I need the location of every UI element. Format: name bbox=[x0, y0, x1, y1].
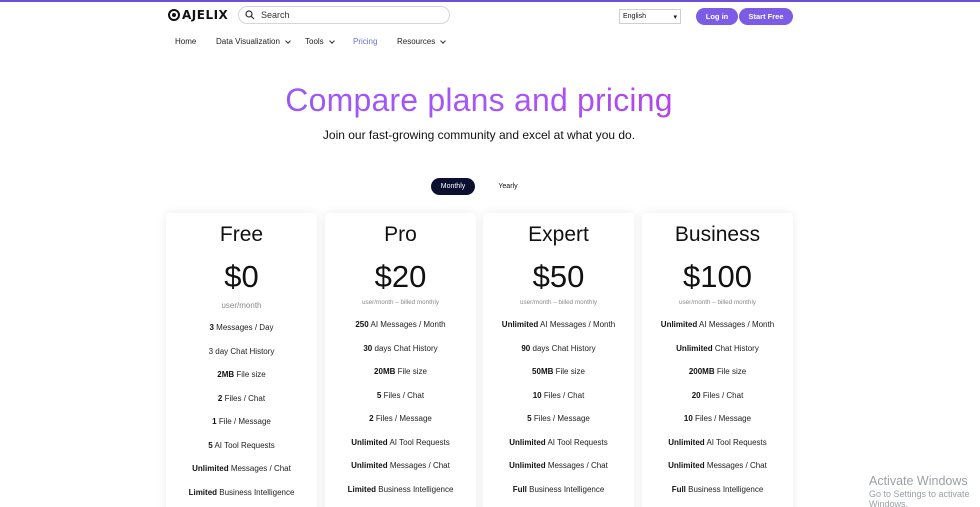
feature-item: 5 Files / Chat bbox=[376, 390, 425, 400]
plan-price: $50 bbox=[532, 259, 585, 294]
nav-item-pricing[interactable]: Pricing bbox=[353, 37, 377, 46]
plan-card-free: Free $0 user/month 3 Messages / Day 3 da… bbox=[166, 213, 317, 507]
logo-text: AJELIX bbox=[182, 8, 229, 22]
plan-price: $100 bbox=[683, 259, 752, 294]
billing-toggle-monthly[interactable]: Monthly bbox=[431, 178, 475, 195]
plan-period: user/month bbox=[221, 301, 262, 310]
watermark-title: Activate Windows bbox=[869, 474, 968, 488]
feature-item: Full Business Intelligence bbox=[671, 484, 764, 494]
feature-item: 50MB File size bbox=[532, 367, 585, 376]
login-button[interactable]: Log in bbox=[696, 8, 738, 25]
feature-item: Full Business Intelligence bbox=[512, 484, 605, 494]
feature-item: 90 days Chat History bbox=[521, 343, 596, 353]
chevron-down-icon bbox=[328, 37, 335, 44]
nav-item-label: Tools bbox=[305, 37, 324, 46]
plan-price: $0 bbox=[224, 259, 259, 294]
site-header: AJELIX English ▾ Log in Start Free bbox=[0, 2, 980, 28]
search-icon bbox=[245, 10, 255, 20]
feature-item: Unlimited Messages / Chat bbox=[509, 461, 608, 470]
feature-item: 2MB File size bbox=[217, 370, 266, 379]
feature-item: Limited Business Intelligence bbox=[188, 487, 295, 497]
plan-period: user/month – billed monthly bbox=[361, 299, 439, 306]
plan-card-pro: Pro $20 user/month – billed monthly 250 … bbox=[325, 213, 476, 507]
page-subtitle: Join our fast-growing community and exce… bbox=[322, 128, 636, 142]
plan-name: Expert bbox=[528, 223, 589, 246]
plan-card-expert: Expert $50 user/month – billed monthly U… bbox=[483, 213, 634, 507]
nav-item-tools[interactable]: Tools bbox=[305, 37, 335, 46]
logo-mark-icon bbox=[168, 9, 180, 21]
feature-item: 2 Files / Message bbox=[369, 414, 432, 423]
feature-item: Limited Business Intelligence bbox=[347, 484, 454, 494]
feature-item: Unlimited AI Tool Requests bbox=[351, 437, 450, 447]
feature-item: 3 Messages / Day bbox=[209, 323, 274, 332]
logo[interactable]: AJELIX bbox=[168, 8, 228, 22]
search-input[interactable] bbox=[261, 10, 431, 20]
watermark-subtitle: Go to Settings to activate Windows. bbox=[869, 489, 970, 507]
feature-item: 30 days Chat History bbox=[363, 343, 438, 353]
feature-item: Unlimited Chat History bbox=[676, 343, 759, 353]
feature-item: 200MB File size bbox=[688, 367, 747, 376]
language-select-value: English bbox=[623, 13, 646, 20]
plan-name: Free bbox=[219, 223, 264, 246]
feature-item: 250 AI Messages / Month bbox=[355, 320, 446, 329]
search-box[interactable] bbox=[238, 6, 450, 24]
feature-item: Unlimited AI Tool Requests bbox=[668, 437, 767, 447]
nav-item-data-visualization[interactable]: Data Visualization bbox=[216, 37, 291, 46]
windows-activation-watermark: Activate Windows Go to Settings to activ… bbox=[869, 474, 980, 507]
page-title: Compare plans and pricing bbox=[0, 82, 958, 119]
nav-item-home[interactable]: Home bbox=[175, 37, 196, 46]
feature-item: Unlimited Messages / Chat bbox=[668, 461, 767, 470]
nav-item-label: Pricing bbox=[353, 37, 378, 46]
main-nav: Home Data Visualization Tools Pricing Re… bbox=[0, 34, 980, 50]
start-free-button[interactable]: Start Free bbox=[739, 8, 793, 25]
plan-name: Business bbox=[674, 223, 761, 246]
billing-toggle-yearly[interactable]: Yearly bbox=[490, 178, 526, 195]
plan-period: user/month – billed monthly bbox=[678, 299, 756, 306]
feature-item: 20MB File size bbox=[374, 367, 427, 376]
feature-item: 5 Files / Message bbox=[527, 414, 590, 423]
feature-item: Unlimited Messages / Chat bbox=[192, 464, 291, 473]
feature-item: Unlimited AI Messages / Month bbox=[660, 320, 775, 329]
language-select[interactable]: English ▾ bbox=[619, 9, 681, 24]
feature-item: 2 Files / Chat bbox=[217, 393, 266, 403]
feature-item: 3 day Chat History bbox=[208, 346, 275, 356]
feature-item: 10 Files / Message bbox=[683, 414, 752, 423]
feature-item: 5 AI Tool Requests bbox=[208, 440, 275, 450]
chevron-down-icon bbox=[285, 37, 291, 44]
plan-period: user/month – billed monthly bbox=[519, 299, 597, 306]
plan-name: Pro bbox=[384, 223, 417, 246]
nav-item-resources[interactable]: Resources bbox=[397, 37, 447, 46]
chevron-down-icon bbox=[440, 37, 447, 44]
feature-item: Unlimited AI Tool Requests bbox=[509, 437, 608, 447]
feature-item: 10 Files / Chat bbox=[532, 390, 585, 400]
feature-item: Unlimited Messages / Chat bbox=[351, 461, 450, 470]
feature-item: Unlimited AI Messages / Month bbox=[501, 320, 616, 329]
plan-card-business: Business $100 user/month – billed monthl… bbox=[642, 213, 793, 507]
nav-item-label: Home bbox=[175, 37, 197, 46]
nav-item-label: Data Visualization bbox=[216, 37, 280, 46]
plan-price: $20 bbox=[374, 259, 427, 294]
feature-item: 20 Files / Chat bbox=[691, 390, 744, 400]
nav-item-label: Resources bbox=[397, 37, 436, 46]
chevron-down-icon: ▾ bbox=[673, 13, 677, 21]
feature-item: 1 File / Message bbox=[212, 417, 271, 426]
